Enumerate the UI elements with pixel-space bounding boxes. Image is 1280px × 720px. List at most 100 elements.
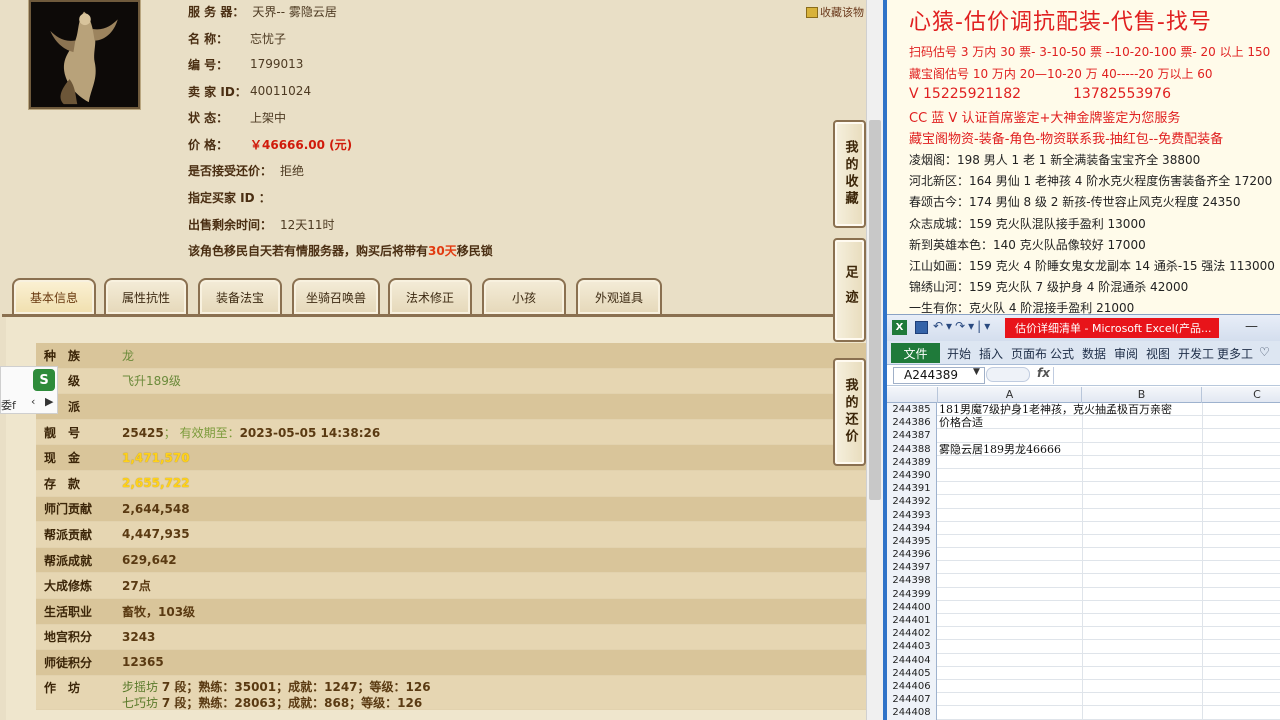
sheet-row[interactable]: 244402 — [887, 627, 1280, 641]
excel-window: X ↶▾↷▾|▾ 估价详细清单 - Microsoft Excel(产品... … — [887, 314, 1280, 720]
my-counter-offers-button[interactable]: 我的还价 — [833, 358, 866, 466]
row-number[interactable]: 244407 — [887, 693, 937, 707]
row-number[interactable]: 244391 — [887, 482, 937, 496]
sheet-row[interactable]: 244404 — [887, 653, 1280, 667]
row-number[interactable]: 244389 — [887, 455, 937, 469]
my-favorites-button[interactable]: 我的收藏 — [833, 120, 866, 228]
play-icon[interactable]: ▶ — [45, 395, 53, 408]
ribbon-tab[interactable]: 开始 — [947, 345, 971, 362]
tab-children[interactable]: 小孩 — [482, 278, 566, 314]
ribbon-tab[interactable]: 插入 — [979, 345, 1003, 362]
stat-key: 师徒积分 — [44, 655, 93, 670]
sheet-row[interactable]: 244386 价格合适 — [887, 416, 1280, 430]
row-number[interactable]: 244402 — [887, 627, 937, 641]
row-number[interactable]: 244399 — [887, 587, 937, 601]
row-number[interactable]: 244394 — [887, 521, 937, 535]
sheet-row[interactable]: 244389 — [887, 455, 1280, 469]
tab-appearance[interactable]: 外观道具 — [576, 278, 662, 314]
sheet-row[interactable]: 244395 — [887, 534, 1280, 549]
info-id-number: 编 号： 1799013 — [188, 54, 303, 74]
undo-redo-icons[interactable]: ↶▾↷▾|▾ — [933, 319, 993, 333]
file-tab[interactable]: 文件 — [891, 343, 940, 363]
sheet-row[interactable]: 244390 — [887, 468, 1280, 483]
formula-bar: A244389 ▼ fx — [887, 365, 1280, 386]
save-icon[interactable] — [915, 321, 928, 334]
floating-widget[interactable]: S 委f ‹ ▶ — [0, 366, 58, 414]
sheet-row[interactable]: 244391 — [887, 482, 1280, 496]
row-number[interactable]: 244385 — [887, 403, 937, 417]
sheet-row[interactable]: 244408 — [887, 706, 1280, 720]
row-number[interactable]: 244386 — [887, 416, 937, 430]
stat-row: 种 族龙 — [36, 343, 868, 369]
row-number[interactable]: 244406 — [887, 679, 937, 694]
ribbon-tab[interactable]: 开发工 — [1178, 345, 1214, 362]
spreadsheet-grid[interactable]: 244385 181男魔7级护身1老神孩，克火抽孟极百万亲密 244386 价格合适 2… — [887, 403, 1280, 720]
chevron-left-icon[interactable]: ‹ — [31, 395, 35, 408]
ribbon-tab[interactable]: 公式 — [1050, 345, 1074, 362]
tab-mounts-pets[interactable]: 坐骑召唤兽 — [292, 278, 380, 314]
select-all-corner[interactable] — [887, 387, 938, 403]
sheet-row[interactable]: 244392 — [887, 495, 1280, 509]
tab-attributes[interactable]: 属性抗性 — [104, 278, 188, 314]
help-icon[interactable]: ♡ — [1259, 345, 1270, 359]
row-number[interactable]: 244388 — [887, 442, 937, 456]
cell-a[interactable]: 181男魔7级护身1老神孩，克火抽孟极百万亲密 — [939, 403, 1172, 416]
row-number[interactable]: 244405 — [887, 666, 937, 680]
formula-input[interactable] — [1053, 367, 1280, 384]
fx-icon[interactable]: fx — [1037, 366, 1050, 380]
row-number[interactable]: 244400 — [887, 600, 937, 614]
row-number[interactable]: 244395 — [887, 534, 937, 549]
sheet-row[interactable]: 244405 — [887, 666, 1280, 680]
row-number[interactable]: 244401 — [887, 614, 937, 628]
minimize-icon[interactable]: — — [1245, 319, 1258, 334]
column-header[interactable]: A — [938, 387, 1082, 403]
gridline — [1082, 416, 1083, 430]
sheet-row[interactable]: 244387 — [887, 429, 1280, 443]
sheet-row[interactable]: 244396 — [887, 548, 1280, 562]
row-number[interactable]: 244397 — [887, 561, 937, 575]
row-number[interactable]: 244403 — [887, 640, 937, 654]
sheet-row[interactable]: 244397 — [887, 561, 1280, 575]
ribbon-tab[interactable]: 数据 — [1082, 345, 1106, 362]
row-number[interactable]: 244390 — [887, 468, 937, 483]
cell-a[interactable]: 雾隐云居189男龙46666 — [939, 443, 1061, 456]
sheet-row[interactable]: 244406 — [887, 679, 1280, 694]
cell-a[interactable]: 价格合适 — [939, 416, 983, 429]
footprint-button[interactable]: 足迹 — [833, 238, 866, 342]
sheet-row[interactable]: 244400 — [887, 600, 1280, 614]
sheet-row[interactable]: 244393 — [887, 508, 1280, 522]
sheet-row[interactable]: 244388 雾隐云居189男龙46666 — [887, 442, 1280, 456]
sheet-row[interactable]: 244407 — [887, 693, 1280, 707]
sheet-row[interactable]: 244398 — [887, 574, 1280, 588]
row-number[interactable]: 244404 — [887, 653, 937, 667]
sheet-row[interactable]: 244394 — [887, 521, 1280, 535]
ribbon-tab[interactable]: 审阅 — [1114, 345, 1138, 362]
page-scrollbar[interactable] — [866, 0, 883, 720]
row-number[interactable]: 244398 — [887, 574, 937, 588]
ribbon-tab[interactable]: 页面布 — [1011, 345, 1047, 362]
column-header[interactable]: B — [1082, 387, 1202, 403]
row-number[interactable]: 244396 — [887, 548, 937, 562]
row-number[interactable]: 244408 — [887, 706, 937, 720]
scrollbar-thumb[interactable] — [869, 120, 881, 500]
ribbon-tab[interactable]: 视图 — [1146, 345, 1170, 362]
sheet-row[interactable]: 244385 181男魔7级护身1老神孩，克火抽孟极百万亲密 — [887, 403, 1280, 417]
name-box[interactable]: A244389 — [893, 367, 985, 384]
sheet-row[interactable]: 244399 — [887, 587, 1280, 601]
collect-link[interactable]: 收藏该物 — [806, 4, 864, 20]
ribbon-tab[interactable]: 更多工 — [1217, 345, 1253, 362]
row-number[interactable]: 244387 — [887, 429, 937, 443]
sheet-row[interactable]: 244403 — [887, 640, 1280, 654]
row-number[interactable]: 244393 — [887, 508, 937, 522]
formula-bar-toggle[interactable] — [986, 367, 1030, 382]
info-label: 名 称： — [188, 31, 229, 46]
row-number[interactable]: 244392 — [887, 495, 937, 509]
tab-spell-mods[interactable]: 法术修正 — [388, 278, 472, 314]
tab-equipment[interactable]: 装备法宝 — [198, 278, 282, 314]
column-header[interactable]: C — [1202, 387, 1280, 403]
tab-basic-info[interactable]: 基本信息 — [12, 278, 96, 314]
sheet-row[interactable]: 244401 — [887, 614, 1280, 628]
chevron-down-icon[interactable]: ▼ — [973, 367, 980, 377]
game-trade-panel: 收藏该物 服 务 器： 天界-- 雾隐云居 名 称： 忘忧子 编 号： 1799… — [0, 0, 883, 720]
migration-notice: 该角色移民自天若有情服务器，购买后将带有30天移民锁 — [188, 242, 493, 259]
